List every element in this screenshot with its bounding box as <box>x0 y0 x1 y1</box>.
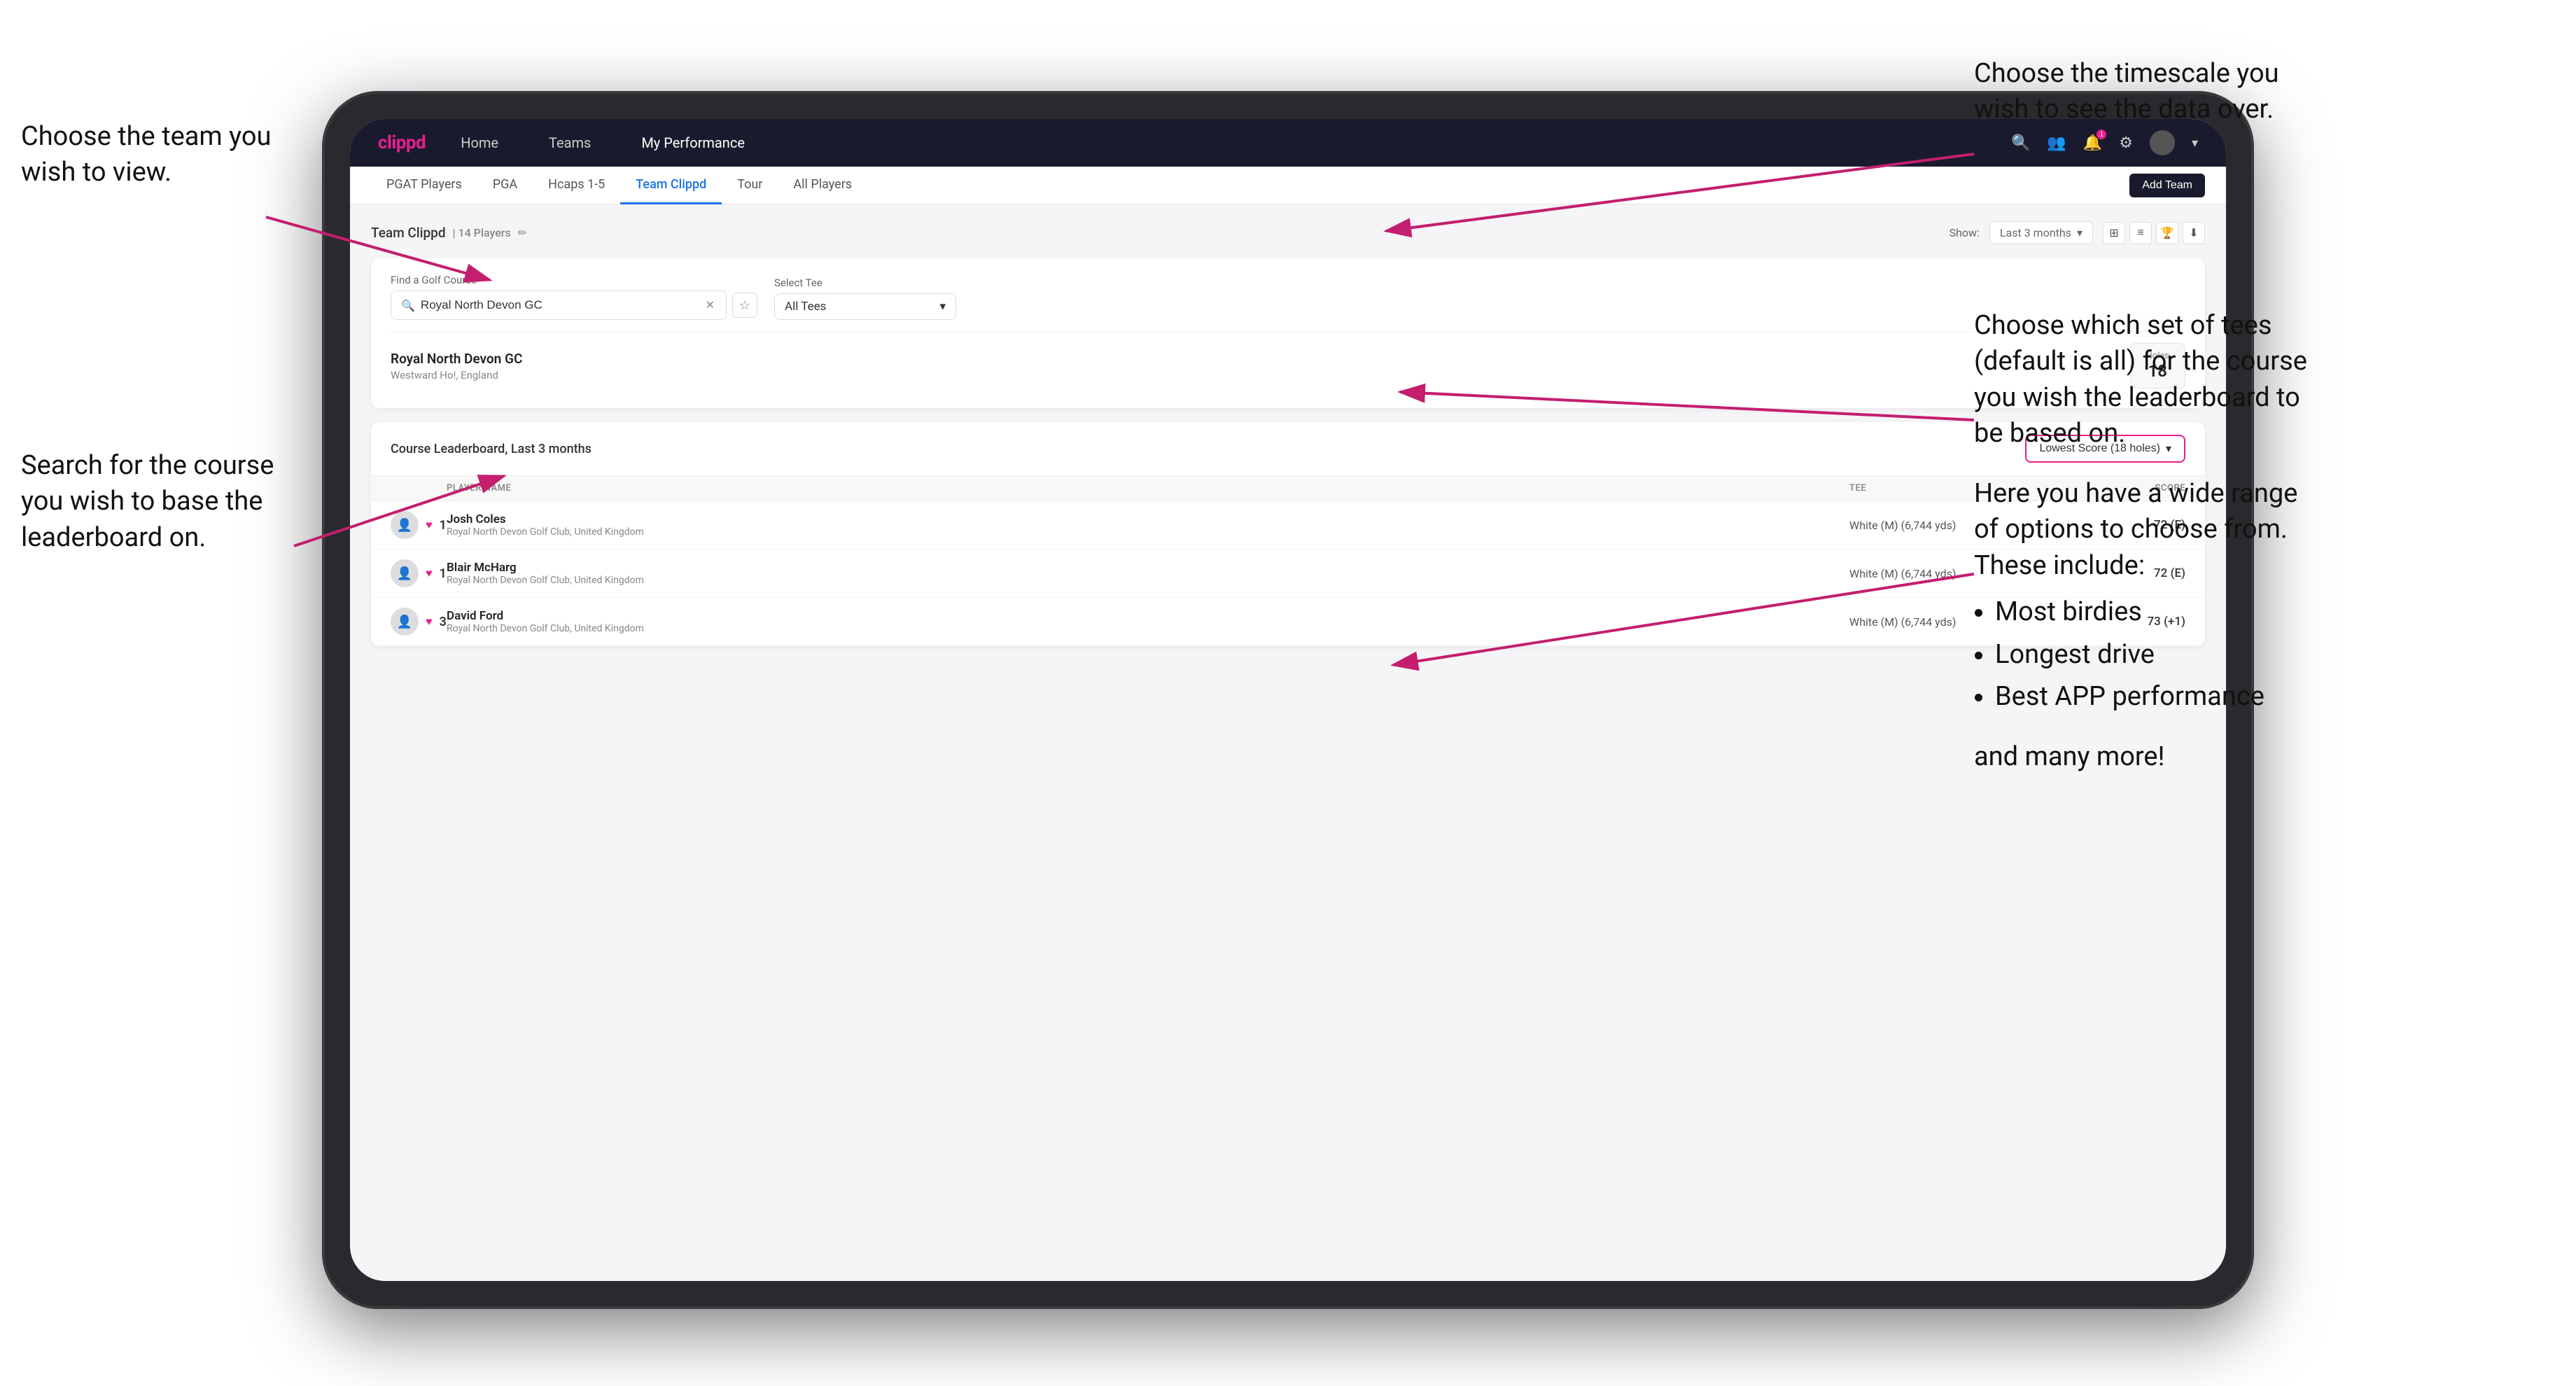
annotation-far-right: Here you have a wide range of options to… <box>1974 476 2297 776</box>
edit-team-icon[interactable]: ✏ <box>518 226 527 239</box>
team-name: Team Clippd <box>371 225 446 241</box>
leaderboard-title: Course Leaderboard, Last 3 months <box>391 442 592 456</box>
view-toggle: ⊞ ≡ 🏆 ⬇ <box>2103 222 2205 244</box>
tee-value: All Tees <box>785 300 826 314</box>
team-title: Team Clippd | 14 Players ✏ <box>371 225 527 241</box>
leaderboard-card: Course Leaderboard, Last 3 months Lowest… <box>371 422 2205 646</box>
player-rank-3: 👤 ♥ 3 <box>391 608 447 636</box>
subnav-tabs: PGAT Players PGA Hcaps 1-5 Team Clippd T… <box>371 167 2129 204</box>
select-tee-label: Select Tee <box>774 276 956 289</box>
player-name: David Ford <box>447 609 1849 623</box>
list-view-button[interactable]: ≡ <box>2129 222 2152 244</box>
tab-pgat-players[interactable]: PGAT Players <box>371 167 477 204</box>
list-item: Longest drive <box>1995 634 2297 676</box>
heart-icon: ♥ <box>426 615 433 629</box>
player-info-3: David Ford Royal North Devon Golf Club, … <box>447 609 1849 634</box>
add-team-button[interactable]: Add Team <box>2129 174 2205 197</box>
app-logo: clippd <box>378 132 426 153</box>
nav-teams[interactable]: Teams <box>549 134 591 151</box>
player-name: Blair McHarg <box>447 561 1849 575</box>
search-button[interactable]: 🔍 <box>2011 134 2030 152</box>
avatar-chevron: ▾ <box>2192 136 2198 150</box>
annotation-mid-right: Choose which set of tees (default is all… <box>1974 308 2307 451</box>
tab-all-players[interactable]: All Players <box>778 167 867 204</box>
leaderboard-columns: PLAYER NAME TEE SCORE <box>371 476 2205 501</box>
course-search-row: Find a Golf Course 🔍 ✕ ☆ Select Tee <box>391 274 2185 320</box>
tablet-screen: clippd Home Teams My Performance 🔍 👥 🔔 1… <box>350 119 2226 1281</box>
notification-badge: 1 <box>2096 130 2106 139</box>
trophy-view-button[interactable]: 🏆 <box>2156 222 2178 244</box>
find-course-label: Find a Golf Course <box>391 274 757 286</box>
tablet-device: clippd Home Teams My Performance 🔍 👥 🔔 1… <box>322 91 2254 1309</box>
options-list: Most birdies Longest drive Best APP perf… <box>1995 591 2297 718</box>
avatar: 👤 <box>391 608 419 636</box>
nav-my-performance[interactable]: My Performance <box>641 134 745 151</box>
heart-icon: ♥ <box>426 518 433 532</box>
clear-search-button[interactable]: ✕ <box>704 297 716 314</box>
tab-team-clippd[interactable]: Team Clippd <box>620 167 722 204</box>
notifications-button[interactable]: 🔔 1 <box>2083 134 2102 152</box>
download-button[interactable]: ⬇ <box>2183 222 2205 244</box>
annotation-bottom-left: Search for the course you wish to base t… <box>21 448 274 556</box>
course-find-group: Find a Golf Course 🔍 ✕ ☆ <box>391 274 757 320</box>
rank-number: 3 <box>440 615 447 629</box>
player-club: Royal North Devon Golf Club, United King… <box>447 623 1849 634</box>
tab-pga[interactable]: PGA <box>477 167 533 204</box>
course-search-card: Find a Golf Course 🔍 ✕ ☆ Select Tee <box>371 258 2205 408</box>
main-content: Team Clippd | 14 Players ✏ Show: Last 3 … <box>350 204 2226 663</box>
search-icon: 🔍 <box>401 299 415 312</box>
tee-chevron: ▾ <box>939 300 946 314</box>
course-name: Royal North Devon GC <box>391 351 522 367</box>
player-rank-1: 👤 ♥ 1 <box>391 511 447 539</box>
user-avatar[interactable] <box>2150 130 2175 155</box>
course-search-input[interactable] <box>421 298 699 312</box>
tee-select[interactable]: All Tees ▾ <box>774 293 956 320</box>
nav-links: Home Teams My Performance <box>461 134 2011 151</box>
show-controls: Show: Last 3 months ▾ ⊞ ≡ 🏆 ⬇ <box>1949 221 2205 244</box>
people-button[interactable]: 👥 <box>2047 134 2066 152</box>
annotation-top-right: Choose the timescale you wish to see the… <box>1974 56 2548 128</box>
annotation-top-left: Choose the team you wish to view. <box>21 119 271 191</box>
favorite-button[interactable]: ☆ <box>732 293 757 318</box>
navbar: clippd Home Teams My Performance 🔍 👥 🔔 1… <box>350 119 2226 167</box>
course-location: Westward Ho!, England <box>391 369 522 382</box>
nav-icons: 🔍 👥 🔔 1 ⚙ ▾ <box>2011 130 2198 155</box>
team-header: Team Clippd | 14 Players ✏ Show: Last 3 … <box>371 221 2205 244</box>
show-label: Show: <box>1949 226 1980 239</box>
subnav: PGAT Players PGA Hcaps 1-5 Team Clippd T… <box>350 167 2226 204</box>
rank-number: 1 <box>440 566 447 581</box>
select-tee-group: Select Tee All Tees ▾ <box>774 276 956 320</box>
course-search-input-wrap: 🔍 ✕ <box>391 290 727 320</box>
avatar: 👤 <box>391 559 419 587</box>
player-info-1: Josh Coles Royal North Devon Golf Club, … <box>447 512 1849 538</box>
avatar: 👤 <box>391 511 419 539</box>
course-info: Royal North Devon GC Westward Ho!, Engla… <box>391 351 522 382</box>
table-row: 👤 ♥ 1 Josh Coles Royal North Devon Golf … <box>371 501 2205 550</box>
table-row: 👤 ♥ 1 Blair McHarg Royal North Devon Gol… <box>371 550 2205 598</box>
and-more-text: and many more! <box>1974 739 2297 775</box>
table-row: 👤 ♥ 3 David Ford Royal North Devon Golf … <box>371 598 2205 646</box>
time-period-dropdown[interactable]: Last 3 months ▾ <box>1989 221 2093 244</box>
rank-number: 1 <box>440 518 447 533</box>
tab-tour[interactable]: Tour <box>722 167 778 204</box>
leaderboard-header: Course Leaderboard, Last 3 months Lowest… <box>371 422 2205 476</box>
player-rank-2: 👤 ♥ 1 <box>391 559 447 587</box>
col-rank <box>391 483 447 493</box>
settings-button[interactable]: ⚙ <box>2119 134 2133 152</box>
player-club: Royal North Devon Golf Club, United King… <box>447 575 1849 586</box>
player-club: Royal North Devon Golf Club, United King… <box>447 526 1849 538</box>
heart-icon: ♥ <box>426 566 433 580</box>
course-result: Royal North Devon GC Westward Ho!, Engla… <box>391 331 2185 393</box>
dropdown-chevron: ▾ <box>2077 226 2082 239</box>
player-count: | 14 Players <box>453 226 511 239</box>
nav-home[interactable]: Home <box>461 134 498 151</box>
player-info-2: Blair McHarg Royal North Devon Golf Club… <box>447 561 1849 586</box>
tab-hcaps[interactable]: Hcaps 1-5 <box>533 167 620 204</box>
col-player-name: PLAYER NAME <box>447 483 1849 493</box>
player-name: Josh Coles <box>447 512 1849 526</box>
list-item: Most birdies <box>1995 591 2297 634</box>
grid-view-button[interactable]: ⊞ <box>2103 222 2125 244</box>
list-item: Best APP performance <box>1995 676 2297 718</box>
